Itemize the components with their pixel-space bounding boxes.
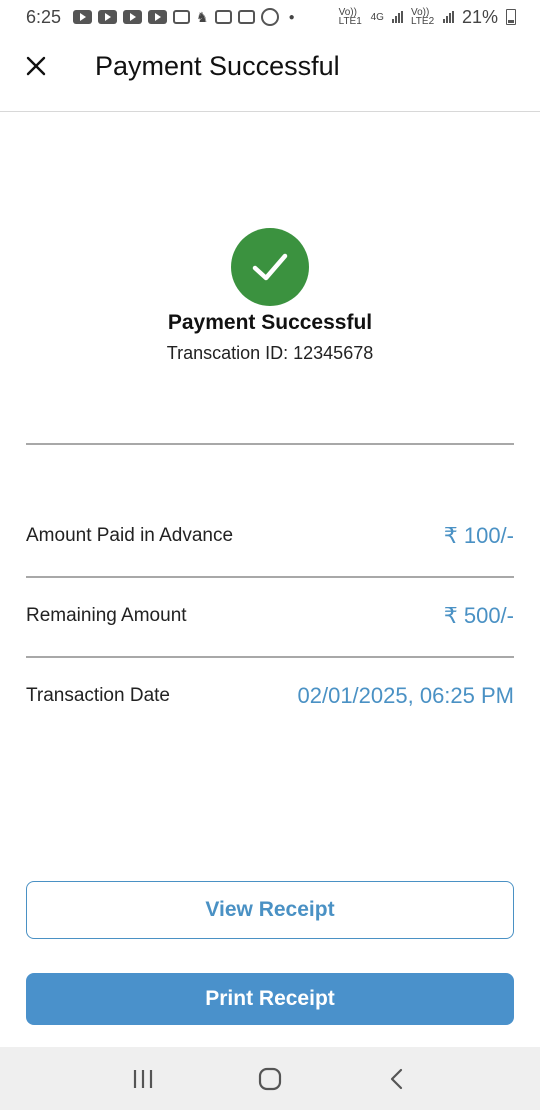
- detail-label: Transaction Date: [26, 685, 170, 706]
- check-icon: [252, 253, 288, 281]
- youtube-icon: [73, 10, 93, 24]
- youtube-icon: [98, 10, 118, 24]
- status-time: 6:25: [26, 6, 62, 27]
- whatsapp-icon: [260, 8, 279, 26]
- system-nav-bar: [0, 1047, 540, 1110]
- divider: [26, 443, 514, 445]
- transaction-id: Transcation ID: 12345678: [166, 343, 374, 363]
- youtube-icon: [123, 10, 143, 24]
- detail-row-date: Transaction Date 02/01/2025, 06:25 PM: [26, 676, 514, 716]
- detail-label: Remaining Amount: [26, 605, 187, 626]
- detail-row-remaining: Remaining Amount ₹ 500/-: [26, 596, 514, 636]
- status-left: 6:25 ♞ ●: [26, 7, 295, 28]
- game-icon: ♞: [196, 8, 209, 25]
- success-title: Payment Successful: [167, 311, 373, 334]
- recents-icon: [134, 1069, 153, 1088]
- close-icon: [26, 56, 46, 76]
- print-receipt-button[interactable]: Print Receipt: [26, 973, 514, 1025]
- network-2-label: Vo)) LTE2: [410, 7, 435, 27]
- gmail-icon: [214, 10, 232, 24]
- home-button[interactable]: [245, 1059, 295, 1099]
- detail-label: Amount Paid in Advance: [26, 525, 234, 546]
- detail-value: 02/01/2025, 06:25 PM: [297, 683, 515, 708]
- more-notifications-dot: ●: [288, 11, 295, 23]
- divider: [26, 656, 514, 658]
- status-right: Vo)) LTE1 4G Vo)) LTE2 21%: [339, 7, 516, 28]
- home-icon: [258, 1067, 282, 1090]
- app-bar: Payment Successful: [0, 34, 540, 112]
- gmail-icon: [173, 10, 191, 24]
- back-icon: [390, 1068, 402, 1089]
- status-bar: 6:25 ♞ ● Vo)) LTE1 4G Vo)) LTE2 21%: [0, 0, 540, 34]
- detail-value: ₹ 100/-: [443, 523, 514, 548]
- detail-value: ₹ 500/-: [443, 603, 514, 628]
- page-title: Payment Successful: [95, 51, 340, 81]
- view-receipt-button[interactable]: View Receipt: [26, 881, 514, 939]
- youtube-icon: [148, 10, 168, 24]
- battery-icon: [506, 9, 516, 25]
- tv-icon: [237, 10, 255, 24]
- recents-button[interactable]: [118, 1059, 168, 1099]
- detail-row-advance: Amount Paid in Advance ₹ 100/-: [26, 516, 514, 556]
- signal-2-icon: [442, 11, 454, 23]
- success-badge: [231, 228, 309, 306]
- network-type-label: 4G: [370, 11, 384, 23]
- battery-percent: 21%: [461, 6, 498, 27]
- network-1-label: Vo)) LTE1: [338, 7, 362, 27]
- signal-1-icon: [391, 11, 403, 23]
- divider: [26, 576, 514, 578]
- back-button[interactable]: [372, 1059, 422, 1099]
- close-button[interactable]: [20, 50, 52, 82]
